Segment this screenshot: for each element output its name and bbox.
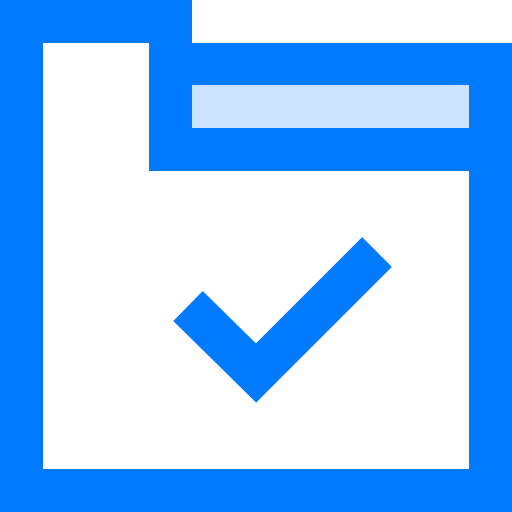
folder-body <box>0 0 512 512</box>
folder-check-icon <box>0 0 512 512</box>
icon-canvas <box>0 0 512 512</box>
tab-highlight <box>192 85 469 128</box>
check-mark-icon <box>173 237 392 403</box>
